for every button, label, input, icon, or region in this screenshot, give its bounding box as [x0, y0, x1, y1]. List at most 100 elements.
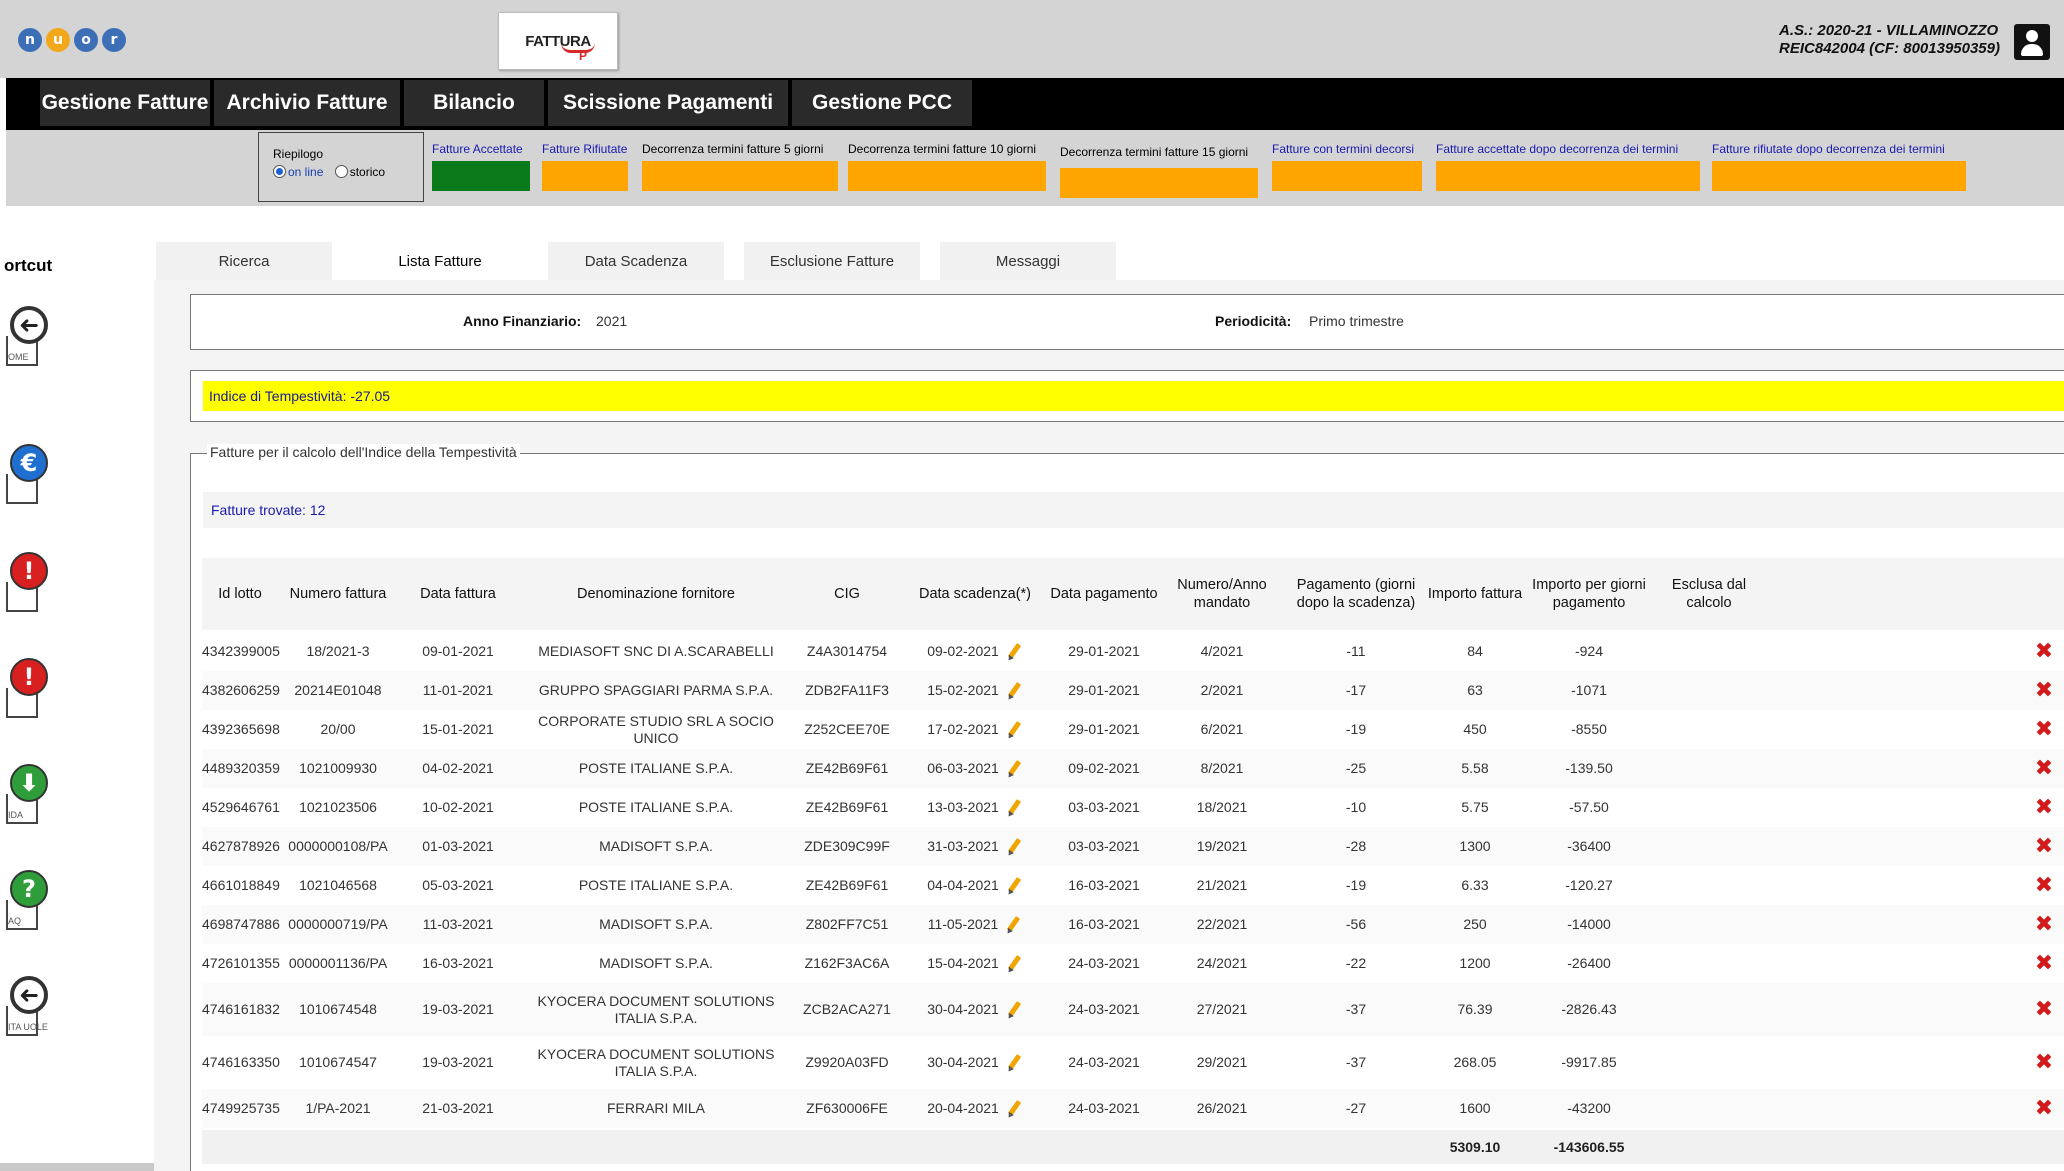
shortcut-download-icon[interactable]: ⬇ IDA [6, 764, 50, 828]
nav-gestione-pcc[interactable]: Gestione PCC [792, 80, 974, 126]
delete-glyph[interactable]: ✖ [2035, 997, 2053, 1022]
delete-icon[interactable]: ✖ [2024, 632, 2064, 671]
filter-color-box[interactable] [1712, 161, 1966, 191]
filter-item[interactable]: Fatture Accettate [432, 142, 530, 191]
delete-icon[interactable]: ✖ [2024, 671, 2064, 710]
filter-color-box[interactable] [1272, 161, 1422, 191]
delete-icon[interactable]: ✖ [2024, 749, 2064, 788]
delete-glyph[interactable]: ✖ [2035, 912, 2053, 937]
filter-label[interactable]: Fatture accettate dopo decorrenza dei te… [1436, 142, 1678, 156]
nav-bilancio[interactable]: Bilancio [404, 80, 546, 126]
filter-label[interactable]: Decorrenza termini fatture 10 giorni [848, 142, 1036, 156]
filter-item[interactable]: Fatture rifiutate dopo decorrenza dei te… [1712, 142, 1966, 191]
pencil-icon[interactable] [1005, 838, 1023, 856]
delete-icon[interactable]: ✖ [2024, 866, 2064, 905]
radio-online[interactable] [273, 165, 286, 178]
delete-glyph[interactable]: ✖ [2035, 639, 2053, 664]
cell-data-scadenza: 11-05-2021 [900, 905, 1050, 944]
pencil-icon[interactable] [1005, 877, 1023, 895]
cell-data-scadenza-text: 20-04-2021 [927, 1100, 999, 1116]
radio-storico[interactable] [334, 165, 348, 178]
delete-icon[interactable]: ✖ [2024, 1089, 2064, 1128]
user-icon[interactable] [2014, 24, 2050, 60]
filter-label[interactable]: Fatture rifiutate dopo decorrenza dei te… [1712, 142, 1945, 156]
tab-data-scadenza[interactable]: Data Scadenza [548, 242, 724, 280]
delete-glyph[interactable]: ✖ [2035, 717, 2053, 742]
delete-icon[interactable]: ✖ [2024, 827, 2064, 866]
tab-esclusione-fatture[interactable]: Esclusione Fatture [744, 242, 920, 280]
shortcut-back-arrow-icon[interactable]: ➜ ITA UOLE [6, 976, 50, 1040]
shortcut-back-arrow-icon[interactable]: ➜ OME [6, 306, 50, 370]
shortcut-euro-icon[interactable]: € [6, 444, 50, 508]
filter-label[interactable]: Decorrenza termini fatture 15 giorni [1060, 145, 1248, 159]
pencil-icon[interactable] [1005, 643, 1023, 661]
nav-scissione-pagamenti[interactable]: Scissione Pagamenti [548, 80, 790, 126]
filter-label[interactable]: Decorrenza termini fatture 5 giorni [642, 142, 823, 156]
pencil-icon[interactable] [1005, 1001, 1023, 1019]
delete-glyph[interactable]: ✖ [2035, 795, 2053, 820]
filter-color-box[interactable] [642, 161, 838, 191]
delete-glyph[interactable]: ✖ [2035, 678, 2053, 703]
filter-label[interactable]: Fatture Accettate [432, 142, 523, 156]
shortcut-caption: OME [8, 352, 29, 362]
filter-color-box[interactable] [1060, 168, 1258, 198]
cell-data-fattura-text: 09-01-2021 [422, 643, 494, 659]
filter-item[interactable]: Fatture Rifiutate [542, 142, 628, 191]
pencil-icon[interactable] [1005, 721, 1023, 739]
delete-icon[interactable]: ✖ [2024, 710, 2064, 749]
cell-numero-mandato-text: 22/2021 [1196, 916, 1248, 932]
pencil-icon[interactable] [1004, 916, 1022, 934]
delete-icon[interactable]: ✖ [2024, 983, 2064, 1036]
tab-messaggi[interactable]: Messaggi [940, 242, 1116, 280]
filter-item[interactable]: Decorrenza termini fatture 10 giorni [848, 142, 1046, 191]
nav-archivio-fatture[interactable]: Archivio Fatture [214, 80, 402, 126]
pencil-icon[interactable] [1005, 1054, 1023, 1072]
nav-gestione-fatture[interactable]: Gestione Fatture [40, 80, 212, 126]
pencil-icon[interactable] [1005, 760, 1023, 778]
pencil-icon[interactable] [1005, 799, 1023, 817]
col-numero-mandato: Numero/Anno mandato [1177, 577, 1267, 611]
delete-icon[interactable]: ✖ [2024, 905, 2064, 944]
tab-ricerca[interactable]: Ricerca [156, 242, 332, 280]
filter-item[interactable]: Fatture con termini decorsi [1272, 142, 1422, 191]
filter-color-box[interactable] [432, 161, 530, 191]
delete-glyph[interactable]: ✖ [2035, 1050, 2053, 1075]
delete-glyph[interactable]: ✖ [2035, 951, 2053, 976]
cell-numero-fattura-text: 1010674547 [299, 1054, 377, 1070]
filter-label[interactable]: Fatture con termini decorsi [1272, 142, 1414, 156]
cell-importo-fattura: 6.33 [1426, 866, 1524, 905]
delete-icon[interactable]: ✖ [2024, 944, 2064, 983]
cell-numero-mandato: 24/2021 [1158, 944, 1286, 983]
cell-importo-fattura-text: 1200 [1459, 955, 1491, 971]
nuvola-logo[interactable]: n u o r [18, 28, 126, 52]
filter-item[interactable]: Decorrenza termini fatture 5 giorni [642, 142, 838, 191]
cell-id-lotto: 4342399005 [202, 632, 280, 671]
pencil-icon[interactable] [1005, 1100, 1023, 1118]
cell-id-lotto-text: 4726101355 [202, 955, 280, 971]
delete-glyph[interactable]: ✖ [2035, 1096, 2053, 1121]
filter-item[interactable]: Decorrenza termini fatture 15 giorni [1060, 142, 1258, 198]
shortcut-warning-icon[interactable]: ! [6, 552, 50, 616]
delete-glyph[interactable]: ✖ [2035, 756, 2053, 781]
filter-color-box[interactable] [848, 161, 1046, 191]
cell-importo-fattura: 1200 [1426, 944, 1524, 983]
pencil-icon[interactable] [1005, 955, 1023, 973]
radio-storico-label: storico [349, 165, 386, 179]
pencil-icon[interactable] [1005, 682, 1023, 700]
delete-icon[interactable]: ✖ [2024, 1036, 2064, 1089]
tab-lista-fatture[interactable]: Lista Fatture [352, 242, 528, 280]
delete-glyph[interactable]: ✖ [2035, 834, 2053, 859]
cell-fornitore: MEDIASOFT SNC DI A.SCARABELLI [518, 632, 794, 671]
filter-item[interactable]: Fatture accettate dopo decorrenza dei te… [1436, 142, 1700, 191]
delete-glyph[interactable]: ✖ [2035, 873, 2053, 898]
shortcut-help-icon[interactable]: ? AQ [6, 870, 50, 934]
cell-data-fattura-text: 21-03-2021 [422, 1100, 494, 1116]
cell-cig: ZDB2FA11F3 [794, 671, 900, 710]
shortcut-warning-icon[interactable]: ! [6, 658, 50, 722]
filter-color-box[interactable] [1436, 161, 1700, 191]
delete-icon[interactable]: ✖ [2024, 788, 2064, 827]
filter-label[interactable]: Fatture Rifiutate [542, 142, 627, 156]
filter-color-box[interactable] [542, 161, 628, 191]
cell-pagamento-giorni-text: -27 [1345, 1100, 1367, 1116]
cell-importo-giorni: -26400 [1524, 944, 1654, 983]
